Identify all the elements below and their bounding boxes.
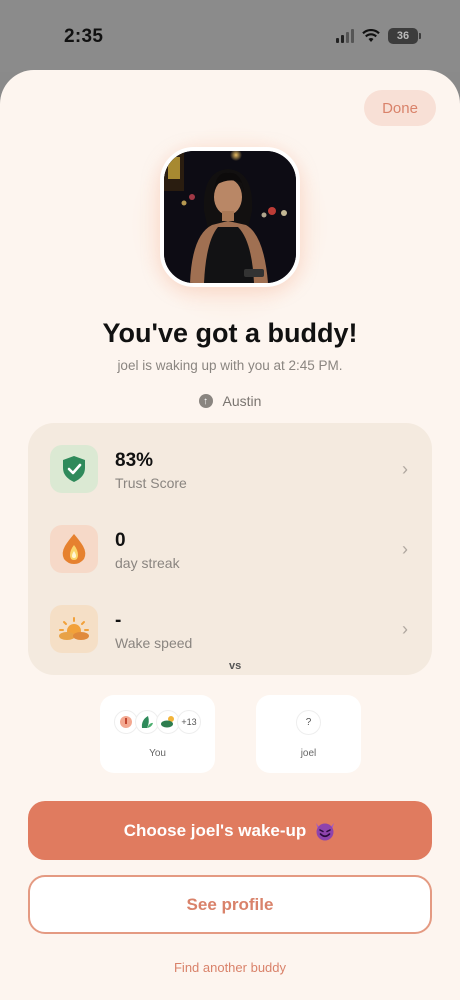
more-badges-count: +13 [177,710,201,734]
you-label: You [149,748,166,759]
joel-label: joel [300,748,317,759]
battery-icon: 36 [388,28,421,44]
flame-icon [50,525,98,573]
chevron-right-icon: › [402,619,408,639]
shield-check-icon [50,445,98,493]
wifi-icon [362,29,380,42]
choose-wakeup-label: Choose joel's wake-up [123,820,307,840]
vs-label: vs [229,660,242,672]
location-pin-icon: ↑ [198,394,213,408]
status-time: 2:35 [64,26,104,47]
unknown-badge: ? [296,710,321,735]
location-row: ↑ Austin [0,393,460,409]
location-label: Austin [222,393,262,409]
stat-value: 0 [115,530,126,551]
stat-value: - [115,610,122,631]
page-title: You've got a buddy! [102,318,358,348]
done-button[interactable]: Done [364,90,436,126]
wake-time-subtitle: joel is waking up with you at 2:45 PM. [117,358,343,373]
stats-card: 83% Trust Score › 0 day streak › - Wake … [28,423,432,675]
status-icons: 36 [336,28,421,44]
stat-label: day streak [115,555,180,571]
choose-wakeup-button[interactable]: Choose joel's wake-up [28,801,432,860]
signal-icon [336,29,354,43]
stat-label: Wake speed [115,635,193,651]
joel-compare-card[interactable]: ? joel [256,695,361,773]
you-compare-card[interactable]: +13 You [100,695,215,773]
stat-label: Trust Score [115,475,187,491]
you-badges: +13 [114,710,201,734]
chevron-right-icon: › [402,459,408,479]
status-bar: 2:35 36 [0,0,460,72]
buddy-sheet: Done You've got a buddy! joel is waking … [0,70,460,1000]
buddy-avatar [160,147,300,287]
devil-emoji-icon [316,822,335,840]
chevron-right-icon: › [402,539,408,559]
stat-row-trust-score[interactable]: 83% Trust Score › [28,423,432,503]
stat-value: 83% [115,450,154,471]
stat-row-streak[interactable]: 0 day streak › [28,503,432,583]
battery-level: 36 [396,30,410,42]
see-profile-button[interactable]: See profile [28,875,432,934]
sunrise-icon [50,605,98,653]
stat-row-wake-speed[interactable]: - Wake speed › [28,583,432,663]
find-another-buddy-link[interactable]: Find another buddy [0,960,460,975]
